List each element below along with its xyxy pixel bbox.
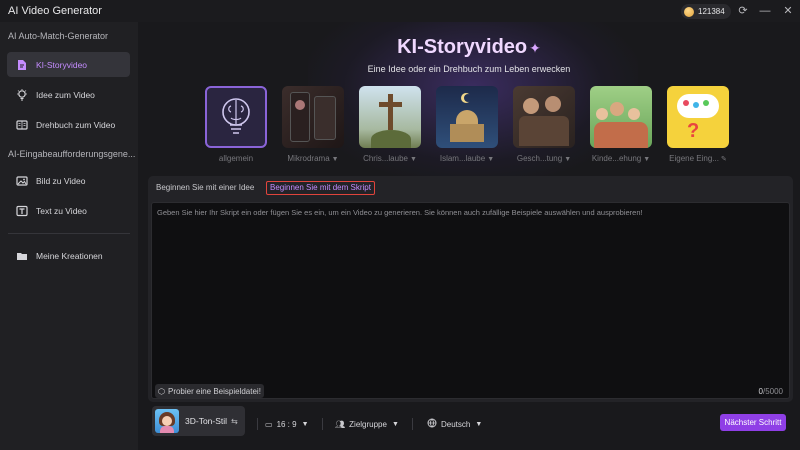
chevron-down-icon: ▼ (409, 156, 417, 163)
sidebar-item-bild-zu-video[interactable]: Bild zu Video (7, 168, 130, 193)
template-label: Chris...laube ▼ (363, 154, 417, 163)
template-eigene-eingabe[interactable]: ? (667, 86, 729, 148)
title-bar: AI Video Generator 121384 ⟳ — ✕ (0, 0, 800, 22)
close-button[interactable]: ✕ (781, 4, 795, 18)
sidebar-divider (8, 233, 130, 234)
chevron-down-icon: ▼ (475, 420, 483, 428)
sidebar-item-drehbuch-zum-video[interactable]: Drehbuch zum Video (7, 112, 130, 137)
swap-icon: ⇆ (231, 416, 238, 426)
doc-sparkle-icon (16, 59, 28, 71)
chevron-down-icon: ▼ (301, 420, 309, 428)
next-step-button[interactable]: Nächster Schritt (720, 414, 786, 431)
credits-badge[interactable]: 121384 (681, 4, 731, 19)
toolbar-divider (257, 418, 258, 430)
page-title: KI-Storyvideo ✦ (138, 36, 800, 59)
bulb-icon (16, 88, 28, 101)
language-value: Deutsch (441, 419, 471, 429)
sidebar-section-auto-match: AI Auto-Match-Generator (8, 31, 109, 41)
sidebar-item-label: Drehbuch zum Video (36, 119, 116, 130)
aspect-ratio-value: 16 : 9 (276, 419, 297, 429)
script-panel: Beginnen Sie mit einer Idee Beginnen Sie… (148, 176, 793, 402)
sidebar-item-meine-kreationen[interactable]: Meine Kreationen (7, 243, 130, 268)
sample-file-button[interactable]: ⬡ Probier eine Beispieldatei! (155, 384, 264, 398)
template-label: Islam...laube ▼ (439, 154, 495, 163)
tab-idea[interactable]: Beginnen Sie mit einer Idee (153, 181, 257, 195)
sidebar-item-idee-zum-video[interactable]: Idee zum Video (7, 82, 130, 107)
coin-icon (684, 6, 694, 17)
chevron-down-icon: ▼ (564, 156, 572, 163)
style-avatar (155, 409, 179, 433)
template-mikrodrama[interactable] (282, 86, 344, 148)
sidebar-item-label: KI-Storyvideo (36, 59, 88, 70)
audience-dropdown[interactable]: 👥︎ Zielgruppe ▼ (335, 417, 399, 431)
globe-icon (427, 418, 437, 430)
char-counter: 0/5000 (758, 387, 783, 396)
toolbar-divider (322, 418, 323, 430)
minimize-button[interactable]: — (758, 4, 772, 18)
folder-icon (16, 250, 28, 262)
audience-label: Zielgruppe (349, 419, 387, 429)
sidebar-item-label: Text zu Video (36, 205, 87, 216)
template-label: Kinde...ehung ▼ (591, 154, 651, 163)
magic-wand-icon: ✦ (529, 40, 541, 56)
ratio-icon: ▭ (265, 419, 273, 429)
refresh-icon[interactable]: ⟳ (736, 4, 750, 18)
image-icon (16, 175, 28, 187)
template-geschichte[interactable] (513, 86, 575, 148)
sidebar-item-text-zu-video[interactable]: Text zu Video (7, 198, 130, 223)
template-islam[interactable] (436, 86, 498, 148)
sidebar-item-label: Bild zu Video (36, 175, 86, 186)
aspect-ratio-dropdown[interactable]: ▭ 16 : 9 ▼ (265, 417, 309, 431)
pencil-icon: ✎ (720, 156, 727, 163)
cube-icon: ⬡ (158, 386, 165, 396)
template-label: Gesch...tung ▼ (516, 154, 572, 163)
template-kindererziehung[interactable] (590, 86, 652, 148)
users-icon: 👥︎ (335, 419, 346, 429)
template-label: Eigene Eing... ✎ (669, 154, 727, 163)
credits-value: 121384 (698, 7, 725, 16)
page-title-text: KI-Storyvideo (397, 36, 528, 58)
style-label: 3D-Ton-Stil (185, 416, 228, 426)
language-dropdown[interactable]: Deutsch ▼ (427, 417, 482, 431)
chevron-down-icon: ▼ (331, 156, 339, 163)
main-area: KI-Storyvideo ✦ Eine Idee oder ein Drehbu… (138, 22, 800, 450)
chevron-down-icon: ▼ (487, 156, 495, 163)
sidebar-item-label: Meine Kreationen (36, 250, 103, 261)
template-christentum[interactable] (359, 86, 421, 148)
tab-script[interactable]: Beginnen Sie mit dem Skript (266, 181, 375, 195)
template-allgemein[interactable] (205, 86, 267, 148)
text-icon (16, 205, 28, 217)
book-icon (16, 119, 28, 131)
script-placeholder: Geben Sie hier Ihr Skript ein oder fügen… (157, 208, 643, 217)
sidebar-item-label: Idee zum Video (36, 89, 95, 100)
sidebar: AI Auto-Match-Generator KI-Storyvideo Id… (0, 22, 138, 450)
sidebar-section-prompt-generator: AI-Eingabeaufforderungsgene... (8, 149, 136, 159)
style-selector[interactable]: 3D-Ton-Stil ⇆ (152, 406, 245, 436)
app-title: AI Video Generator (8, 5, 102, 17)
chevron-down-icon: ▼ (391, 420, 399, 428)
toolbar-divider (412, 418, 413, 430)
template-label: Mikrodrama ▼ (287, 154, 339, 163)
page-subtitle: Eine Idee oder ein Drehbuch zum Leben er… (367, 64, 571, 74)
chevron-down-icon: ▼ (643, 156, 651, 163)
template-label: allgemein (218, 154, 254, 163)
script-input[interactable]: Geben Sie hier Ihr Skript ein oder fügen… (151, 202, 790, 399)
sidebar-item-ki-storyvideo[interactable]: KI-Storyvideo (7, 52, 130, 77)
brain-bulb-icon (222, 98, 250, 134)
sample-file-label: Probier eine Beispieldatei! (167, 386, 261, 396)
